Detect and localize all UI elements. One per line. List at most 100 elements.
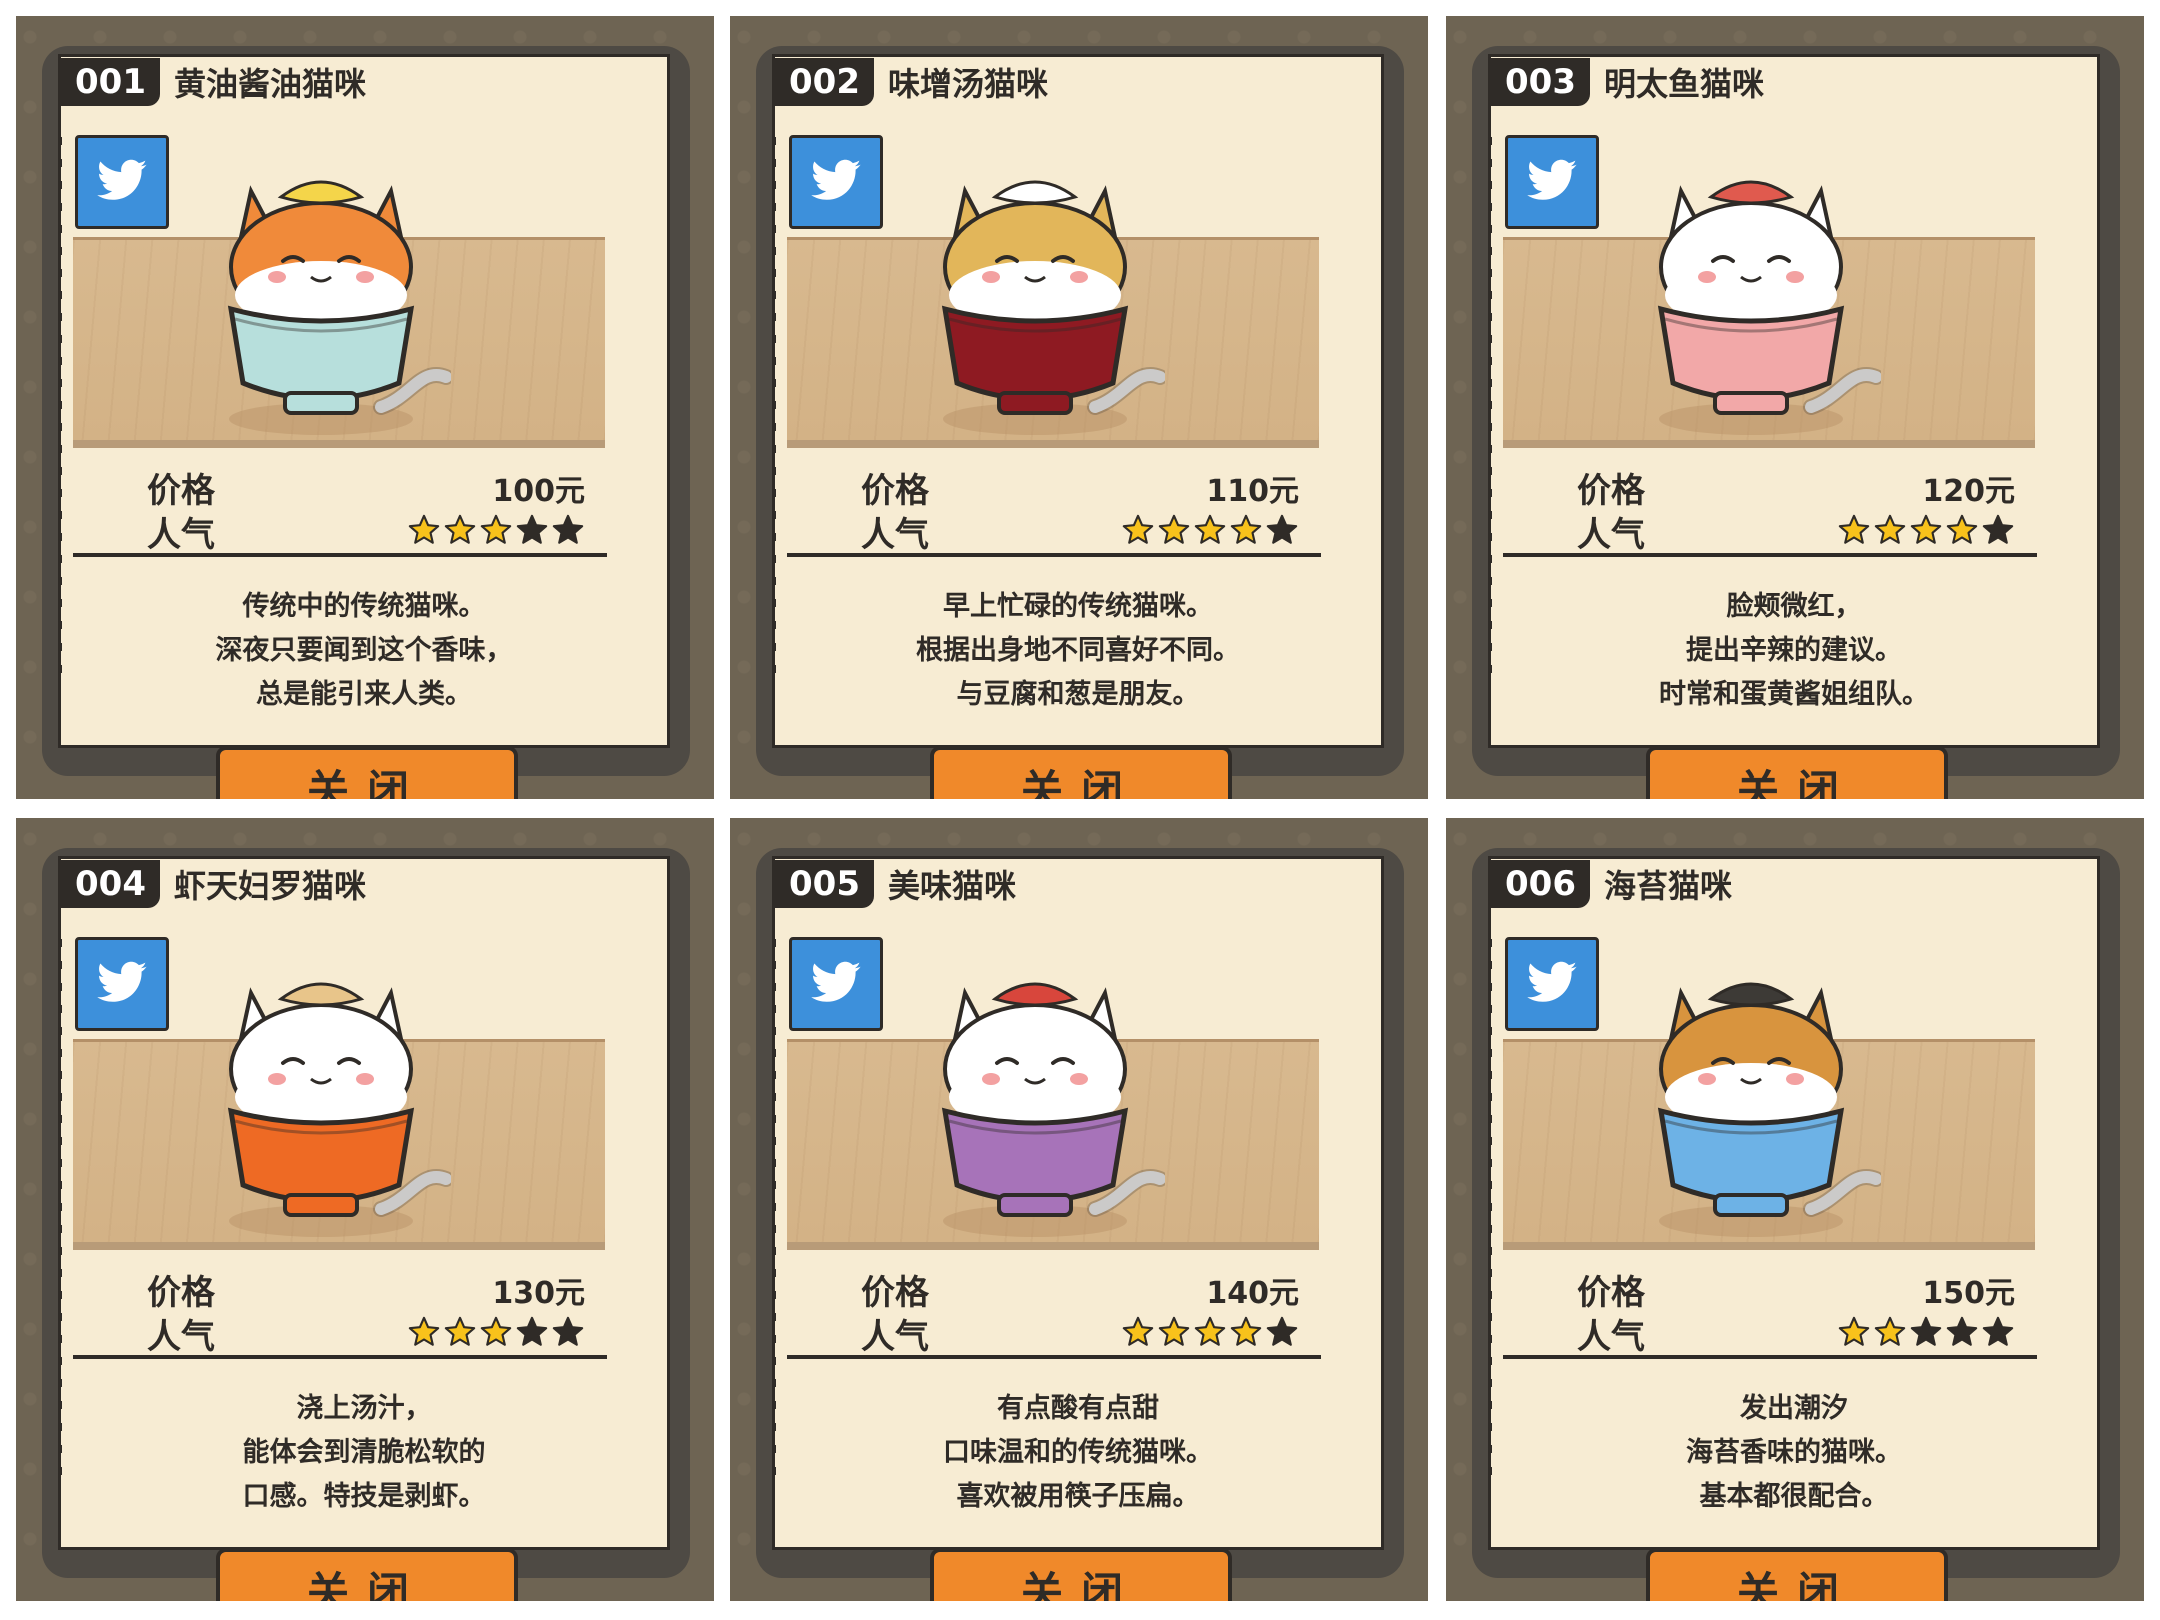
description-line: 根据出身地不同喜好不同。 bbox=[916, 635, 1240, 666]
cat-bowl-illustration bbox=[211, 959, 454, 1249]
card-title: 明太鱼猫咪 bbox=[1603, 65, 1764, 103]
star-icon bbox=[443, 513, 477, 551]
popularity-label: 人气 bbox=[861, 1317, 929, 1357]
card-number: 001 bbox=[61, 58, 160, 106]
divider bbox=[73, 1355, 607, 1359]
twitter-icon bbox=[1527, 159, 1577, 200]
cat-card: 006 海苔猫咪 价格 150元 人气 发出潮汐 海苔香味的猫咪。 基本都很配合… bbox=[1488, 856, 2100, 1550]
card-number: 003 bbox=[1491, 58, 1590, 106]
description-line: 提出辛辣的建议。 bbox=[1686, 635, 1902, 666]
star-icon bbox=[1945, 1315, 1979, 1353]
popularity-row: 人气 bbox=[147, 1309, 585, 1358]
star-icon bbox=[443, 1315, 477, 1353]
twitter-share-button[interactable] bbox=[75, 135, 169, 229]
divider bbox=[73, 553, 607, 557]
description-line: 海苔香味的猫咪。 bbox=[1686, 1437, 1902, 1468]
cat-bowl-illustration bbox=[925, 959, 1168, 1249]
popularity-row: 人气 bbox=[147, 507, 585, 556]
description-line: 时常和蛋黄酱姐组队。 bbox=[1659, 679, 1929, 710]
star-icon bbox=[1981, 513, 2015, 551]
card-title: 味增汤猫咪 bbox=[887, 65, 1048, 103]
description-line: 口味温和的传统猫咪。 bbox=[943, 1437, 1213, 1468]
star-icon bbox=[1265, 513, 1299, 551]
star-icon bbox=[1909, 1315, 1943, 1353]
popularity-label: 人气 bbox=[1577, 1317, 1645, 1357]
star-icon bbox=[1837, 513, 1871, 551]
cat-card: 001 黄油酱油猫咪 价格 100元 人气 传统中的传统猫咪。 深夜只要闻到这个… bbox=[58, 54, 670, 748]
description-line: 基本都很配合。 bbox=[1699, 1481, 1889, 1512]
price-row: 价格 150元 bbox=[1577, 1265, 2015, 1314]
description-line: 与豆腐和葱是朋友。 bbox=[956, 679, 1200, 710]
card-number: 002 bbox=[775, 58, 874, 106]
twitter-share-button[interactable] bbox=[1505, 937, 1599, 1031]
star-icon bbox=[1265, 1315, 1299, 1353]
star-icon bbox=[479, 1315, 513, 1353]
twitter-share-button[interactable] bbox=[75, 937, 169, 1031]
star-icon bbox=[1193, 513, 1227, 551]
popularity-stars bbox=[1121, 513, 1299, 551]
star-icon bbox=[1981, 1315, 2015, 1353]
popularity-stars bbox=[1837, 1315, 2015, 1353]
price-row: 价格 100元 bbox=[147, 463, 585, 512]
star-icon bbox=[1229, 513, 1263, 551]
close-button[interactable]: 关闭 bbox=[930, 1548, 1232, 1601]
cat-bowl-illustration bbox=[211, 157, 454, 447]
card-header: 006 海苔猫咪 bbox=[1491, 859, 1732, 909]
popularity-row: 人气 bbox=[1577, 1309, 2015, 1358]
price-value: 150元 bbox=[1922, 1275, 2015, 1311]
popularity-stars bbox=[407, 513, 585, 551]
divider bbox=[787, 553, 1321, 557]
close-button[interactable]: 关闭 bbox=[216, 1548, 518, 1601]
close-button[interactable]: 关闭 bbox=[930, 746, 1232, 799]
description: 脸颊微红， 提出辛辣的建议。 时常和蛋黄酱姐组队。 bbox=[1511, 585, 2077, 717]
star-icon bbox=[1945, 513, 1979, 551]
close-button[interactable]: 关闭 bbox=[1646, 746, 1948, 799]
close-button[interactable]: 关闭 bbox=[216, 746, 518, 799]
twitter-icon bbox=[811, 961, 861, 1002]
twitter-share-button[interactable] bbox=[789, 135, 883, 229]
card-panel: 001 黄油酱油猫咪 价格 100元 人气 传统中的传统猫咪。 深夜只要闻到这个… bbox=[16, 16, 714, 799]
popularity-label: 人气 bbox=[147, 515, 215, 555]
description-line: 能体会到清脆松软的 bbox=[242, 1437, 486, 1468]
star-icon bbox=[551, 1315, 585, 1353]
price-value: 140元 bbox=[1206, 1275, 1299, 1311]
close-button[interactable]: 关闭 bbox=[1646, 1548, 1948, 1601]
card-header: 003 明太鱼猫咪 bbox=[1491, 57, 1764, 107]
twitter-share-button[interactable] bbox=[1505, 135, 1599, 229]
description-line: 传统中的传统猫咪。 bbox=[242, 591, 486, 622]
star-icon bbox=[1157, 513, 1191, 551]
card-number: 004 bbox=[61, 860, 160, 908]
description: 早上忙碌的传统猫咪。 根据出身地不同喜好不同。 与豆腐和葱是朋友。 bbox=[795, 585, 1361, 717]
price-label: 价格 bbox=[147, 1273, 215, 1313]
cat-bowl-illustration bbox=[1641, 157, 1884, 447]
price-row: 价格 140元 bbox=[861, 1265, 1299, 1314]
twitter-icon bbox=[1527, 961, 1577, 1002]
star-icon bbox=[479, 513, 513, 551]
card-panel: 006 海苔猫咪 价格 150元 人气 发出潮汐 海苔香味的猫咪。 基本都很配合… bbox=[1446, 818, 2144, 1601]
description-line: 浇上汤汁， bbox=[296, 1393, 432, 1424]
star-icon bbox=[407, 513, 441, 551]
card-panel: 004 虾天妇罗猫咪 价格 130元 人气 浇上汤汁， 能体会到清脆松软的 口感… bbox=[16, 818, 714, 1601]
cat-bowl-illustration bbox=[1641, 959, 1884, 1249]
cat-card: 003 明太鱼猫咪 价格 120元 人气 脸颊微红， 提出辛辣的建议。 时常和蛋… bbox=[1488, 54, 2100, 748]
card-header: 002 味增汤猫咪 bbox=[775, 57, 1048, 107]
star-icon bbox=[407, 1315, 441, 1353]
price-label: 价格 bbox=[1577, 1273, 1645, 1313]
card-panel: 005 美味猫咪 价格 140元 人气 有点酸有点甜 口味温和的传统猫咪。 喜欢… bbox=[730, 818, 1428, 1601]
price-label: 价格 bbox=[147, 471, 215, 511]
description-line: 总是能引来人类。 bbox=[256, 679, 472, 710]
price-value: 120元 bbox=[1922, 473, 2015, 509]
description-line: 喜欢被用筷子压扁。 bbox=[956, 1481, 1200, 1512]
star-icon bbox=[515, 513, 549, 551]
star-icon bbox=[1229, 1315, 1263, 1353]
popularity-label: 人气 bbox=[1577, 515, 1645, 555]
twitter-icon bbox=[97, 961, 147, 1002]
twitter-icon bbox=[97, 159, 147, 200]
price-row: 价格 130元 bbox=[147, 1265, 585, 1314]
star-icon bbox=[1837, 1315, 1871, 1353]
popularity-stars bbox=[1837, 513, 2015, 551]
twitter-share-button[interactable] bbox=[789, 937, 883, 1031]
price-value: 110元 bbox=[1206, 473, 1299, 509]
description: 有点酸有点甜 口味温和的传统猫咪。 喜欢被用筷子压扁。 bbox=[795, 1387, 1361, 1519]
star-icon bbox=[1193, 1315, 1227, 1353]
